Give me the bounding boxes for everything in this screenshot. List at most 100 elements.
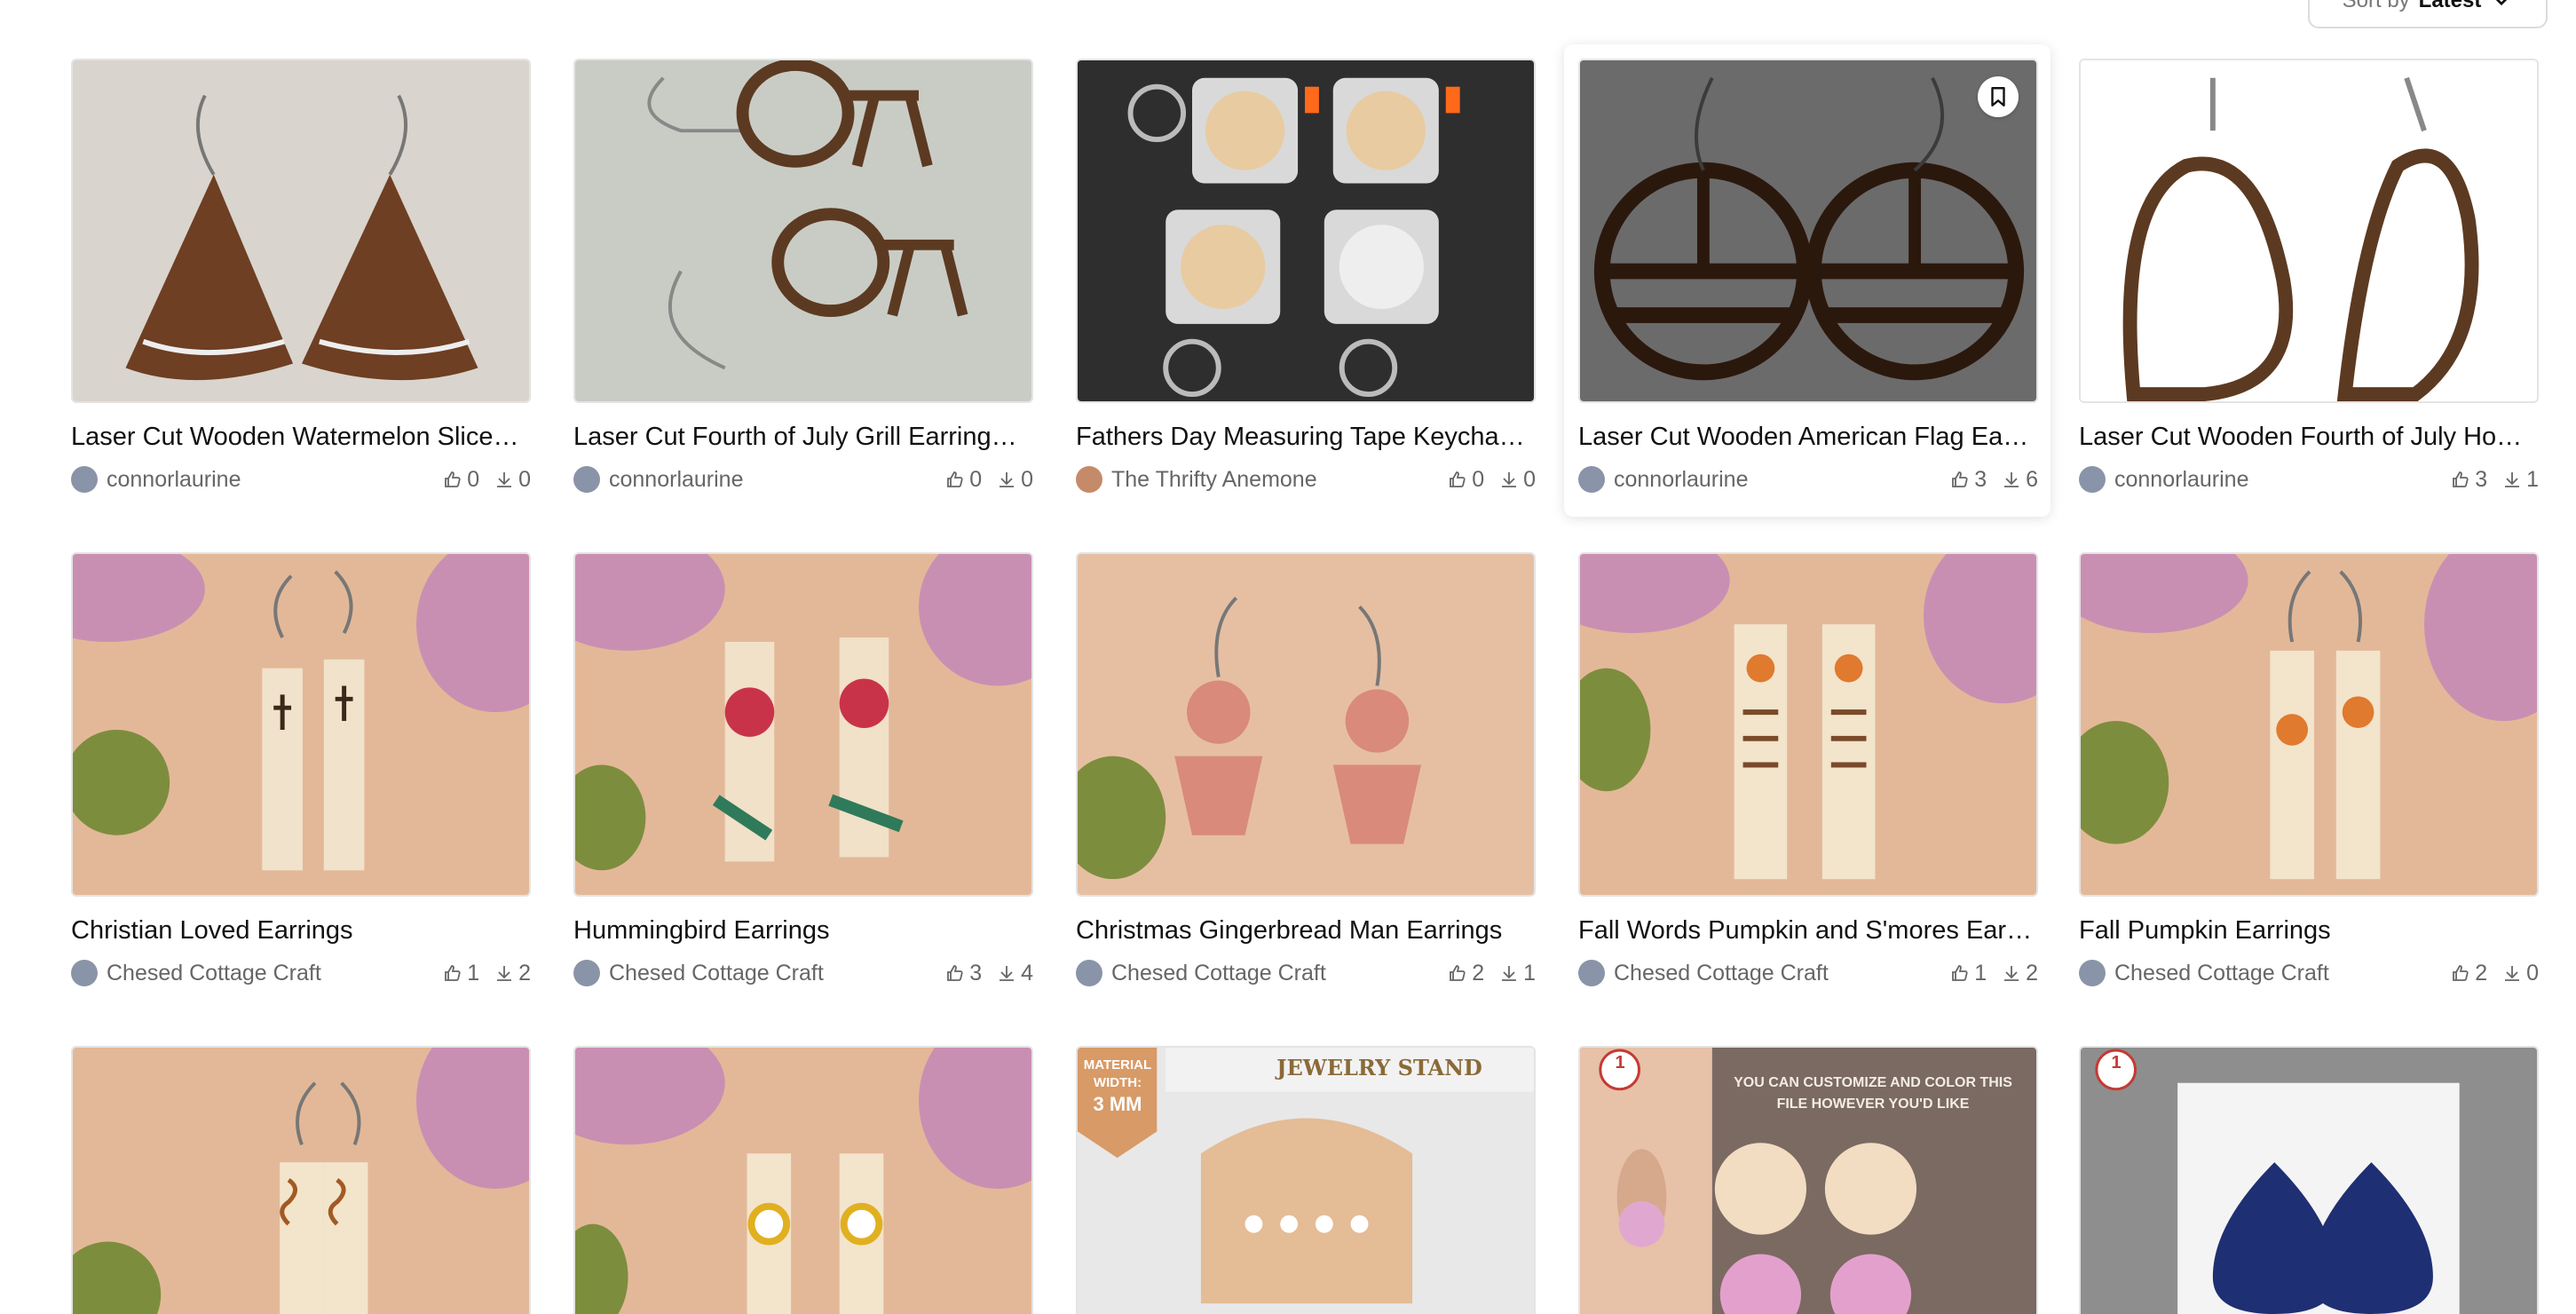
avatar[interactable] bbox=[1578, 960, 1605, 986]
card-title[interactable]: Christmas Gingerbread Man Earrings bbox=[1076, 914, 1536, 946]
author-name[interactable]: Chesed Cottage Craft bbox=[1614, 961, 1935, 986]
downloads-stat[interactable]: 0 bbox=[2501, 961, 2539, 986]
author-name[interactable]: connorlaurine bbox=[1614, 467, 1935, 493]
card-thumbnail[interactable] bbox=[573, 552, 1033, 897]
card-title[interactable]: Laser Cut Wooden Watermelon Slice… bbox=[71, 421, 531, 453]
likes-count: 2 bbox=[1472, 960, 1485, 986]
design-card[interactable]: Fall Words Pumpkin and S'mores Ear… Ches… bbox=[1578, 552, 2038, 996]
likes-count: 2 bbox=[2475, 960, 2488, 986]
design-card[interactable] bbox=[71, 1046, 531, 1314]
download-icon bbox=[1000, 966, 1015, 981]
card-meta: Chesed Cottage Craft 2 1 bbox=[1076, 957, 1536, 989]
avatar[interactable] bbox=[573, 960, 600, 986]
card-title[interactable]: Laser Cut Wooden Fourth of July Ho… bbox=[2079, 421, 2539, 453]
thumbs-up-icon bbox=[1450, 471, 1466, 487]
card-meta: connorlaurine 0 0 bbox=[71, 463, 531, 495]
design-card[interactable]: Laser Cut Wooden American Flag Ea… conno… bbox=[1564, 44, 2051, 517]
design-card[interactable]: Hummingbird Earrings Chesed Cottage Craf… bbox=[573, 552, 1033, 996]
card-title[interactable]: Hummingbird Earrings bbox=[573, 914, 1033, 946]
author-name[interactable]: connorlaurine bbox=[2114, 467, 2436, 493]
avatar[interactable] bbox=[1578, 466, 1605, 493]
likes-stat[interactable]: 1 bbox=[1949, 961, 1987, 986]
card-thumbnail[interactable] bbox=[573, 1046, 1033, 1314]
material-badge-line1: MATERIAL bbox=[1083, 1057, 1152, 1073]
downloads-stat[interactable]: 0 bbox=[494, 467, 531, 493]
card-thumbnail[interactable]: 1 bbox=[2079, 1046, 2539, 1314]
likes-stat[interactable]: 2 bbox=[1447, 961, 1484, 986]
design-card[interactable]: Laser Cut Fourth of July Grill Earring… … bbox=[573, 59, 1033, 503]
chevron-down-icon bbox=[2496, 0, 2508, 6]
author-name[interactable]: The Thrifty Anemone bbox=[1111, 467, 1433, 493]
downloads-stat[interactable]: 2 bbox=[494, 961, 531, 986]
author-name[interactable]: connorlaurine bbox=[107, 467, 428, 493]
material-badge-line2: WIDTH: bbox=[1093, 1075, 1142, 1090]
design-card[interactable]: JEWELRY STAND MATERIAL WIDTH: 3 MM bbox=[1076, 1046, 1536, 1314]
design-card[interactable]: Fathers Day Measuring Tape Keycha… The T… bbox=[1076, 59, 1536, 503]
card-meta: connorlaurine 3 6 bbox=[1578, 463, 2038, 495]
likes-stat[interactable]: 2 bbox=[2450, 961, 2487, 986]
likes-stat[interactable]: 0 bbox=[1447, 467, 1484, 493]
card-thumbnail[interactable] bbox=[2079, 59, 2539, 403]
card-thumbnail[interactable]: JEWELRY STAND MATERIAL WIDTH: 3 MM bbox=[1076, 1046, 1536, 1314]
author-name[interactable]: Chesed Cottage Craft bbox=[107, 961, 428, 986]
design-card[interactable]: 1 YOU CAN CUSTOMIZE AND COLOR THIS FILE … bbox=[1578, 1046, 2038, 1314]
author-name[interactable]: Chesed Cottage Craft bbox=[609, 961, 930, 986]
card-thumbnail[interactable] bbox=[1578, 552, 2038, 897]
design-card[interactable]: Laser Cut Wooden Fourth of July Ho… conn… bbox=[2079, 59, 2539, 503]
downloads-count: 0 bbox=[1021, 466, 1033, 492]
design-card[interactable]: Fall Pumpkin Earrings Chesed Cottage Cra… bbox=[2079, 552, 2539, 996]
card-thumbnail[interactable] bbox=[1578, 59, 2038, 403]
downloads-stat[interactable]: 0 bbox=[996, 467, 1033, 493]
likes-stat[interactable]: 0 bbox=[944, 467, 982, 493]
downloads-stat[interactable]: 6 bbox=[2001, 467, 2038, 493]
card-title[interactable]: Fall Words Pumpkin and S'mores Ear… bbox=[1578, 914, 2038, 946]
design-card[interactable]: Christian Loved Earrings Chesed Cottage … bbox=[71, 552, 531, 996]
card-meta: The Thrifty Anemone 0 0 bbox=[1076, 463, 1536, 495]
sort-dropdown[interactable]: Sort by Latest bbox=[2308, 0, 2548, 28]
thumbs-up-icon bbox=[445, 965, 461, 981]
author-name[interactable]: Chesed Cottage Craft bbox=[2114, 961, 2436, 986]
author-name[interactable]: connorlaurine bbox=[609, 467, 930, 493]
avatar[interactable] bbox=[2079, 466, 2106, 493]
avatar[interactable] bbox=[2079, 960, 2106, 986]
downloads-stat[interactable]: 2 bbox=[2001, 961, 2038, 986]
card-title[interactable]: Fathers Day Measuring Tape Keycha… bbox=[1076, 421, 1536, 453]
downloads-stat[interactable]: 4 bbox=[996, 961, 1033, 986]
likes-stat[interactable]: 3 bbox=[2450, 467, 2487, 493]
likes-stat[interactable]: 3 bbox=[944, 961, 982, 986]
downloads-stat[interactable]: 1 bbox=[2501, 467, 2539, 493]
card-title[interactable]: Laser Cut Fourth of July Grill Earring… bbox=[573, 421, 1033, 453]
avatar[interactable] bbox=[71, 466, 98, 493]
card-thumbnail[interactable] bbox=[71, 1046, 531, 1314]
card-title[interactable]: Fall Pumpkin Earrings bbox=[2079, 914, 2539, 946]
design-card[interactable]: Christmas Gingerbread Man Earrings Chese… bbox=[1076, 552, 1536, 996]
card-thumbnail[interactable] bbox=[2079, 552, 2539, 897]
likes-stat[interactable]: 3 bbox=[1949, 467, 1987, 493]
thumbs-up-icon bbox=[1450, 965, 1466, 981]
likes-count: 0 bbox=[969, 466, 983, 492]
card-thumbnail[interactable] bbox=[71, 552, 531, 897]
card-thumbnail[interactable] bbox=[573, 59, 1033, 403]
card-thumbnail[interactable] bbox=[71, 59, 531, 403]
bookmark-button[interactable] bbox=[1978, 76, 2019, 117]
card-thumbnail[interactable] bbox=[1076, 552, 1536, 897]
likes-stat[interactable]: 0 bbox=[442, 467, 479, 493]
download-icon bbox=[1502, 472, 1517, 487]
avatar[interactable] bbox=[1076, 960, 1102, 986]
avatar[interactable] bbox=[573, 466, 600, 493]
likes-stat[interactable]: 1 bbox=[442, 961, 479, 986]
author-name[interactable]: Chesed Cottage Craft bbox=[1111, 961, 1433, 986]
downloads-stat[interactable]: 0 bbox=[1498, 467, 1536, 493]
design-card[interactable]: 1 bbox=[2079, 1046, 2539, 1314]
card-title[interactable]: Christian Loved Earrings bbox=[71, 914, 531, 946]
design-count-badge: 1 bbox=[1615, 1053, 1625, 1073]
card-thumbnail[interactable]: 1 YOU CAN CUSTOMIZE AND COLOR THIS FILE … bbox=[1578, 1046, 2038, 1314]
avatar[interactable] bbox=[1076, 466, 1102, 493]
card-meta: Chesed Cottage Craft 3 4 bbox=[573, 957, 1033, 989]
design-card[interactable]: Laser Cut Wooden Watermelon Slice… conno… bbox=[71, 59, 531, 503]
card-title[interactable]: Laser Cut Wooden American Flag Ea… bbox=[1578, 421, 2038, 453]
avatar[interactable] bbox=[71, 960, 98, 986]
downloads-stat[interactable]: 1 bbox=[1498, 961, 1536, 986]
design-card[interactable] bbox=[573, 1046, 1033, 1314]
card-thumbnail[interactable] bbox=[1076, 59, 1536, 403]
